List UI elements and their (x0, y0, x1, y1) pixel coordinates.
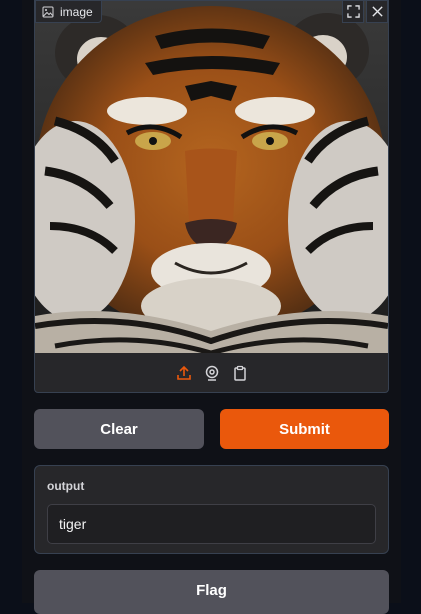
image-label-text: image (60, 4, 93, 19)
output-panel: output tiger (34, 465, 389, 554)
image-source-toolbar (35, 353, 388, 392)
close-icon[interactable] (366, 1, 388, 23)
submit-button[interactable]: Submit (220, 409, 389, 449)
fullscreen-icon[interactable] (342, 1, 364, 23)
tiger-photo (35, 1, 388, 353)
upload-icon[interactable] (176, 365, 192, 381)
output-textbox[interactable]: tiger (47, 504, 376, 544)
image-input-panel: image (34, 0, 389, 393)
output-label: output (47, 479, 85, 493)
flag-button[interactable]: Flag (34, 570, 389, 614)
image-label-tag: image (35, 1, 102, 23)
clipboard-icon[interactable] (232, 365, 248, 381)
webcam-icon[interactable] (204, 365, 220, 381)
image-icon (42, 6, 54, 18)
image-corner-buttons (342, 1, 388, 23)
clear-button[interactable]: Clear (34, 409, 204, 449)
